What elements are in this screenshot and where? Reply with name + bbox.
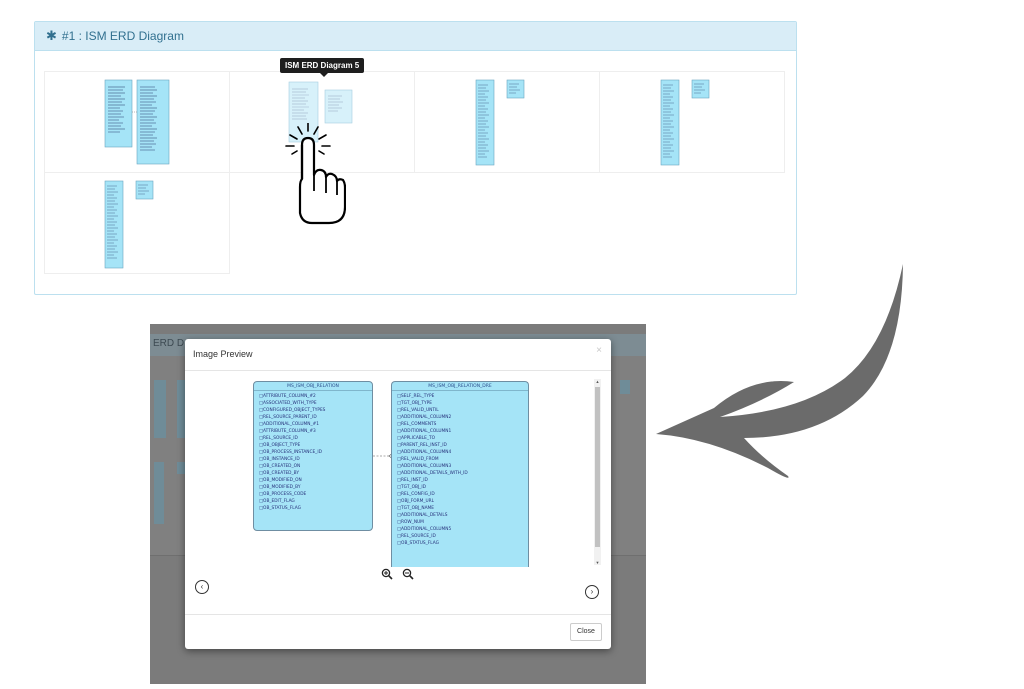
erd-table-right-columns: □SELF_REL_TYPE □TGT_OBJ_TYPE □REL_VALID_UN… [392, 391, 528, 547]
erd-column: □SELF_REL_TYPE [397, 394, 435, 399]
modal-footer-divider [185, 614, 611, 615]
erd-column: □OB_PROCESS_INSTANCE_ID [259, 450, 322, 455]
erd-table-right: MS_ISM_OBJ_RELATION_DRE □SELF_REL_TYPE □T… [391, 381, 529, 567]
panel-header: ✱ #1 : ISM ERD Diagram [35, 22, 796, 51]
erd-column: □CONFIGURED_OBJECT_TYPES [259, 408, 326, 413]
erd-column: □ATTRIBUTE_COLUMN_#2 [259, 394, 316, 399]
erd-column: □OB_MODIFIED_BY [259, 485, 301, 490]
thumbnail-tooltip: ISM ERD Diagram 5 [280, 58, 365, 77]
erd-column: □OB_STATUS_FLAG [259, 506, 301, 511]
erd-column: □ADDITIONAL_COLUMN1 [397, 429, 452, 434]
modal-header-divider [185, 370, 611, 371]
erd-column: □REL_VALID_UNTIL [397, 408, 439, 413]
thumbnail-erd-4-image [660, 79, 710, 166]
erd-column: □OBJ_FORM_URL [397, 499, 435, 504]
image-preview-modal: Image Preview × MS_ISM_OBJ_RELATION □ATT… [185, 339, 611, 649]
erd-table-right-title: MS_ISM_OBJ_RELATION_DRE [392, 382, 528, 391]
backdrop-panel-title: ERD D [153, 338, 185, 349]
chevron-right-icon[interactable]: › [585, 585, 599, 599]
erd-column: □ADDITIONAL_COLUMN2 [397, 415, 452, 420]
thumbnail-erd-3-image [475, 79, 525, 166]
erd-column: □REL_SOURCE_PARENT_ID [259, 415, 317, 420]
scroll-up-arrow-icon[interactable]: ▲ [594, 379, 601, 384]
erd-column: □REL_SOURCE_ID [397, 534, 436, 539]
erd-column: □OB_MODIFIED_ON [259, 478, 302, 483]
erd-column: □OB_CREATED_BY [259, 471, 299, 476]
erd-column: □TGT_OBJ_NAME [397, 506, 434, 511]
erd-table-left-title: MS_ISM_OBJ_RELATION [254, 382, 372, 391]
close-button[interactable]: Close [570, 623, 602, 641]
thumbnail-erd-1-image [104, 79, 170, 165]
erd-column: □REL_CONFIG_ID [397, 492, 435, 497]
erd-column: □REL_SOURCE_ID [259, 436, 298, 441]
erd-column: □ADDITIONAL_COLUMN_#1 [259, 422, 319, 427]
erd-column: □OB_PROCESS_CODE [259, 492, 307, 497]
zoom-in-icon[interactable] [381, 568, 393, 580]
erd-column: □OB_STATUS_FLAG [397, 541, 439, 546]
scrollbar-thumb[interactable] [595, 387, 600, 547]
curved-arrow-icon [656, 264, 903, 478]
scroll-down-arrow-icon[interactable]: ▼ [594, 560, 601, 565]
erd-column: □ADDITIONAL_COLUMN4 [397, 450, 452, 455]
chevron-left-icon[interactable]: ‹ [195, 580, 209, 594]
erd-column: □OB_CREATED_ON [259, 464, 301, 469]
erd-column: □ASSOCIATED_WITH_TYPE [259, 401, 317, 406]
thumbnail-erd-6-image [104, 180, 154, 269]
erd-table-left: MS_ISM_OBJ_RELATION □ATTRIBUTE_COLUMN_#2… [253, 381, 373, 531]
thumbnail-erd-1[interactable] [44, 71, 230, 173]
erd-column: □TGT_OBJ_ID [397, 485, 426, 490]
thumbnail-erd-4[interactable] [599, 71, 785, 173]
erd-column: □ADDITIONAL_DETAILS [397, 513, 448, 518]
erd-column: □REL_INST_ID [397, 478, 428, 483]
erd-column: □OB_INSTANCE_ID [259, 457, 300, 462]
modal-title: Image Preview [193, 349, 253, 359]
panel-title: #1 : ISM ERD Diagram [61, 29, 184, 43]
gear-icon: ✱ [46, 28, 57, 43]
modal-close-x[interactable]: × [596, 345, 602, 356]
erd-column: □APPLICABLE_TO [397, 436, 435, 441]
erd-column: □PARENT_REL_INST_ID [397, 443, 447, 448]
thumbnail-erd-3[interactable] [414, 71, 600, 173]
erd-column: □REL_COMMENTS [397, 422, 437, 427]
erd-column: □TGT_OBJ_TYPE [397, 401, 432, 406]
erd-column: □OB_OBJECT_TYPE [259, 443, 301, 448]
thumbnail-grid [44, 71, 786, 276]
thumbnail-erd-6[interactable] [44, 172, 230, 274]
erd-column: □OB_EDIT_FLAG [259, 499, 295, 504]
erd-column: □ADDITIONAL_COLUMN5 [397, 527, 452, 532]
preview-scrollbar[interactable]: ▲ ▼ [594, 379, 601, 565]
erd-column: □ATTRIBUTE_COLUMN_#3 [259, 429, 316, 434]
erd-table-left-columns: □ATTRIBUTE_COLUMN_#2 □ASSOCIATED_WITH_TYP… [254, 391, 372, 512]
modal-screenshot: ERD D Image Preview × MS_ISM_OBJ_RELATIO… [150, 324, 646, 684]
erd-column: □ADDITIONAL_COLUMN3 [397, 464, 452, 469]
pointer-hand-icon [285, 123, 346, 225]
erd-column: □ADDITIONAL_DETAILS_WITH_ID [397, 471, 468, 476]
erd-column: □REL_VALID_FROM [397, 457, 439, 462]
erd-column: □ROW_NUM [397, 520, 424, 525]
zoom-out-icon[interactable] [402, 568, 414, 580]
